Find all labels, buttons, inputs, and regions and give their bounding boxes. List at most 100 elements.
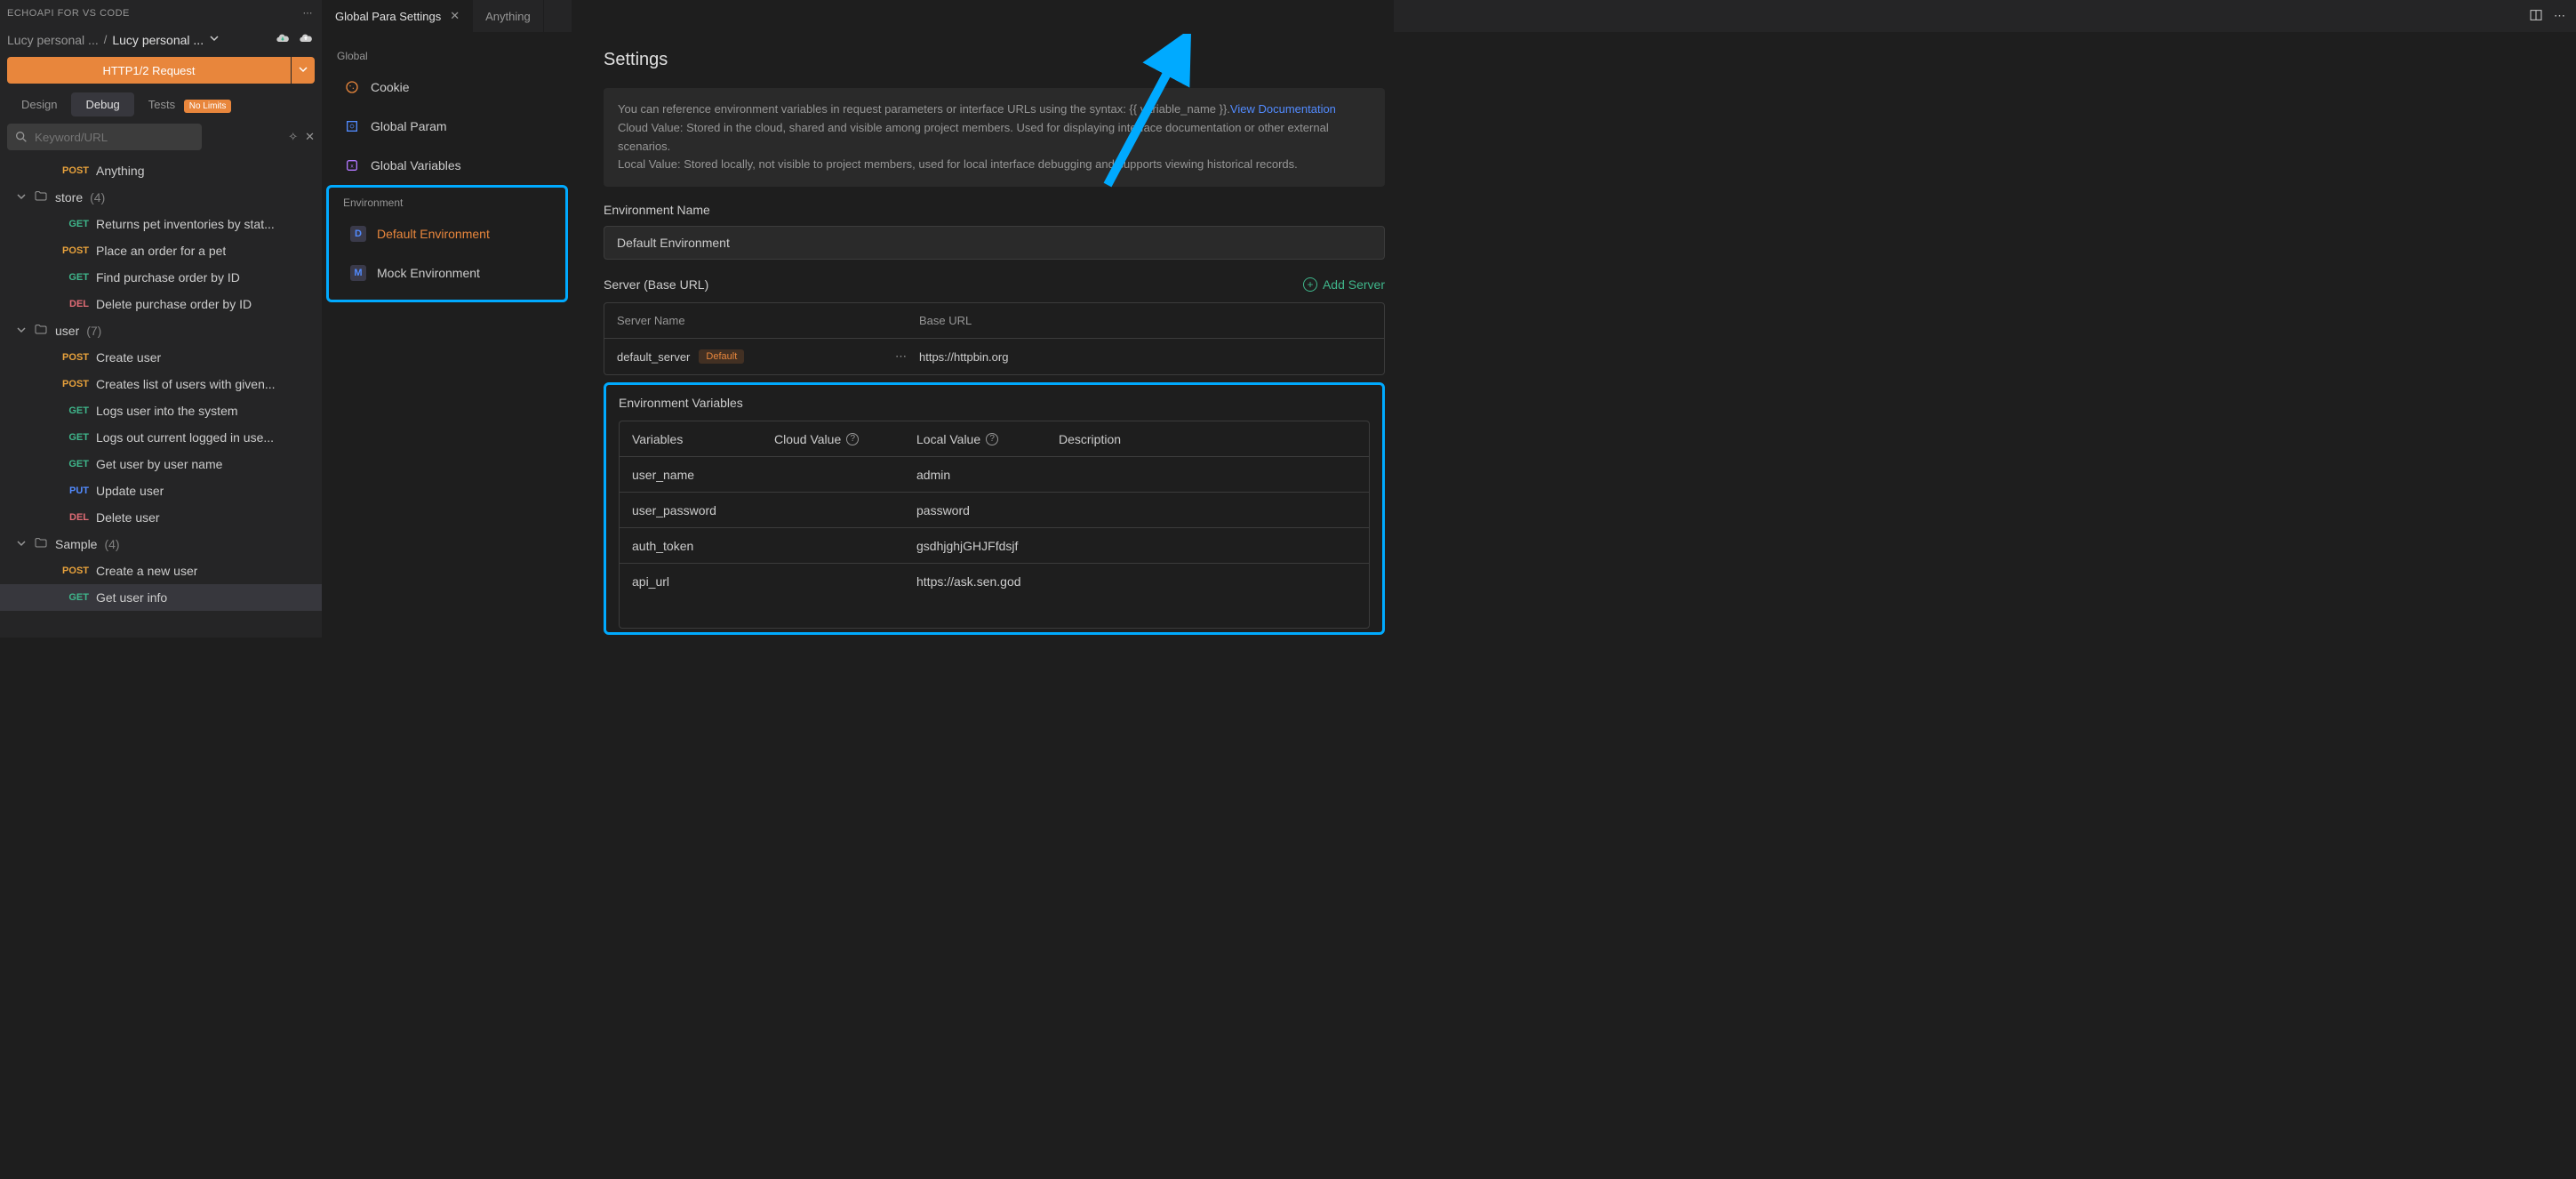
- var-local[interactable]: password: [916, 503, 1059, 517]
- add-server-button[interactable]: + Add Server: [1303, 277, 1385, 292]
- tree-request[interactable]: DEL Delete user: [0, 504, 322, 531]
- vars-table-head: Variables Cloud Value? Local Value? Desc…: [620, 421, 1369, 457]
- server-section-head: Server (Base URL) + Add Server: [604, 277, 1385, 292]
- search-icon: [14, 130, 28, 147]
- tree-request[interactable]: POST Create user: [0, 344, 322, 371]
- col-server-name: Server Name: [617, 314, 919, 327]
- env-mock[interactable]: M Mock Environment: [329, 253, 565, 293]
- env-letter-icon: M: [350, 265, 366, 281]
- tree-folder[interactable]: Sample (4): [0, 531, 322, 557]
- var-name[interactable]: auth_token: [632, 539, 774, 553]
- help-icon[interactable]: ?: [846, 433, 859, 445]
- tab-anything[interactable]: Anything: [473, 0, 544, 32]
- server-row[interactable]: default_server Default ⋯ https://httpbin…: [604, 339, 1384, 374]
- close-icon[interactable]: ✕: [450, 9, 460, 23]
- nav-global-variables[interactable]: x Global Variables: [323, 146, 572, 185]
- method-badge: POST: [53, 165, 89, 176]
- cookie-icon: [344, 79, 360, 95]
- vars-row[interactable]: api_url https://ask.sen.god: [620, 564, 1369, 599]
- main-content: Settings You can reference environment v…: [572, 0, 1394, 638]
- folder-icon: [34, 189, 48, 206]
- nav-global-param[interactable]: Global Param: [323, 107, 572, 146]
- tab-tests[interactable]: Tests No Limits: [134, 92, 246, 116]
- env-vars-label: Environment Variables: [619, 396, 1370, 410]
- tab-debug[interactable]: Debug: [71, 92, 133, 116]
- vars-row[interactable]: user_password password: [620, 493, 1369, 528]
- env-default[interactable]: D Default Environment: [329, 214, 565, 253]
- tree-request[interactable]: GET Find purchase order by ID: [0, 264, 322, 291]
- env-section-highlight: Environment D Default Environment M Mock…: [326, 185, 568, 302]
- nav-cookie[interactable]: Cookie: [323, 68, 572, 107]
- search-row: ✧ ✕: [0, 124, 322, 157]
- tree-request[interactable]: PUT Update user: [0, 477, 322, 504]
- more-icon[interactable]: ⋯: [895, 349, 907, 364]
- tab-design[interactable]: Design: [7, 92, 71, 116]
- base-url-value[interactable]: https://httpbin.org: [919, 350, 1372, 364]
- breadcrumb-root[interactable]: Lucy personal ...: [7, 33, 99, 47]
- folder-count: (4): [104, 537, 119, 551]
- request-label: Create a new user: [96, 564, 197, 578]
- tab-label: Anything: [485, 10, 531, 23]
- tab-global-para-settings[interactable]: Global Para Settings ✕: [323, 0, 473, 32]
- tree-request[interactable]: POST Create a new user: [0, 557, 322, 584]
- more-icon[interactable]: ⋯: [303, 7, 314, 19]
- tree-request[interactable]: POST Place an order for a pet: [0, 237, 322, 264]
- method-badge: POST: [53, 245, 89, 256]
- var-local[interactable]: admin: [916, 468, 1059, 482]
- tree-request[interactable]: GET Logs user into the system: [0, 397, 322, 424]
- var-name[interactable]: user_name: [632, 468, 774, 482]
- server-table-head: Server Name Base URL: [604, 303, 1384, 339]
- split-editor-icon[interactable]: [2529, 8, 2543, 25]
- vars-row[interactable]: user_name admin: [620, 457, 1369, 493]
- cloud-download-icon[interactable]: [276, 31, 290, 48]
- var-name[interactable]: api_url: [632, 574, 774, 589]
- chevron-down-icon: [16, 190, 27, 205]
- folder-label: store: [55, 190, 83, 205]
- section-global: Global: [323, 41, 572, 68]
- search-input[interactable]: [7, 124, 202, 150]
- tree-request[interactable]: DEL Delete purchase order by ID: [0, 291, 322, 317]
- banner-line2: Cloud Value: Stored in the cloud, shared…: [618, 121, 1329, 153]
- add-server-label: Add Server: [1323, 277, 1385, 292]
- tree-request[interactable]: POST Anything: [0, 157, 322, 184]
- view-documentation-link[interactable]: View Documentation: [1230, 102, 1336, 116]
- tree-request[interactable]: GET Returns pet inventories by stat...: [0, 211, 322, 237]
- chevron-down-icon[interactable]: [209, 33, 220, 46]
- tree-request[interactable]: GET Logs out current logged in use...: [0, 424, 322, 451]
- more-icon[interactable]: ⋯: [2554, 9, 2565, 23]
- new-request-button[interactable]: HTTP1/2 Request: [7, 57, 291, 84]
- env-name-label: Environment Name: [604, 203, 1385, 217]
- breadcrumb-current[interactable]: Lucy personal ...: [112, 33, 204, 47]
- info-banner: You can reference environment variables …: [604, 88, 1385, 187]
- chevron-down-icon: [16, 537, 27, 551]
- pin-icon[interactable]: ✧: [288, 130, 298, 144]
- var-local[interactable]: gsdhjghjGHJFfdsjf: [916, 539, 1059, 553]
- tree-folder[interactable]: user (7): [0, 317, 322, 344]
- request-label: Create user: [96, 350, 161, 365]
- cloud-upload-icon[interactable]: [299, 31, 313, 48]
- tree-request[interactable]: GET Get user info: [0, 584, 322, 611]
- method-badge: POST: [53, 565, 89, 576]
- vars-row[interactable]: auth_token gsdhjghjGHJFfdsjf: [620, 528, 1369, 564]
- nav-label: Global Param: [371, 119, 447, 133]
- new-request-dropdown[interactable]: [292, 57, 315, 84]
- tree-folder[interactable]: store (4): [0, 184, 322, 211]
- var-local[interactable]: https://ask.sen.god: [916, 574, 1059, 589]
- tree-request[interactable]: POST Creates list of users with given...: [0, 371, 322, 397]
- method-badge: DEL: [53, 299, 89, 309]
- method-badge: PUT: [53, 485, 89, 496]
- param-icon: [344, 118, 360, 134]
- var-name[interactable]: user_password: [632, 503, 774, 517]
- close-icon[interactable]: ✕: [305, 130, 315, 144]
- request-label: Get user by user name: [96, 457, 222, 471]
- request-label: Get user info: [96, 590, 167, 605]
- help-icon[interactable]: ?: [986, 433, 998, 445]
- tree-request[interactable]: GET Get user by user name: [0, 451, 322, 477]
- env-name-input[interactable]: [604, 226, 1385, 260]
- vars-empty-row[interactable]: [620, 599, 1369, 628]
- request-label: Returns pet inventories by stat...: [96, 217, 275, 231]
- env-vars-table: Variables Cloud Value? Local Value? Desc…: [619, 421, 1370, 629]
- env-label: Default Environment: [377, 227, 490, 241]
- request-label: Place an order for a pet: [96, 244, 226, 258]
- col-cloud-value: Cloud Value: [774, 432, 841, 446]
